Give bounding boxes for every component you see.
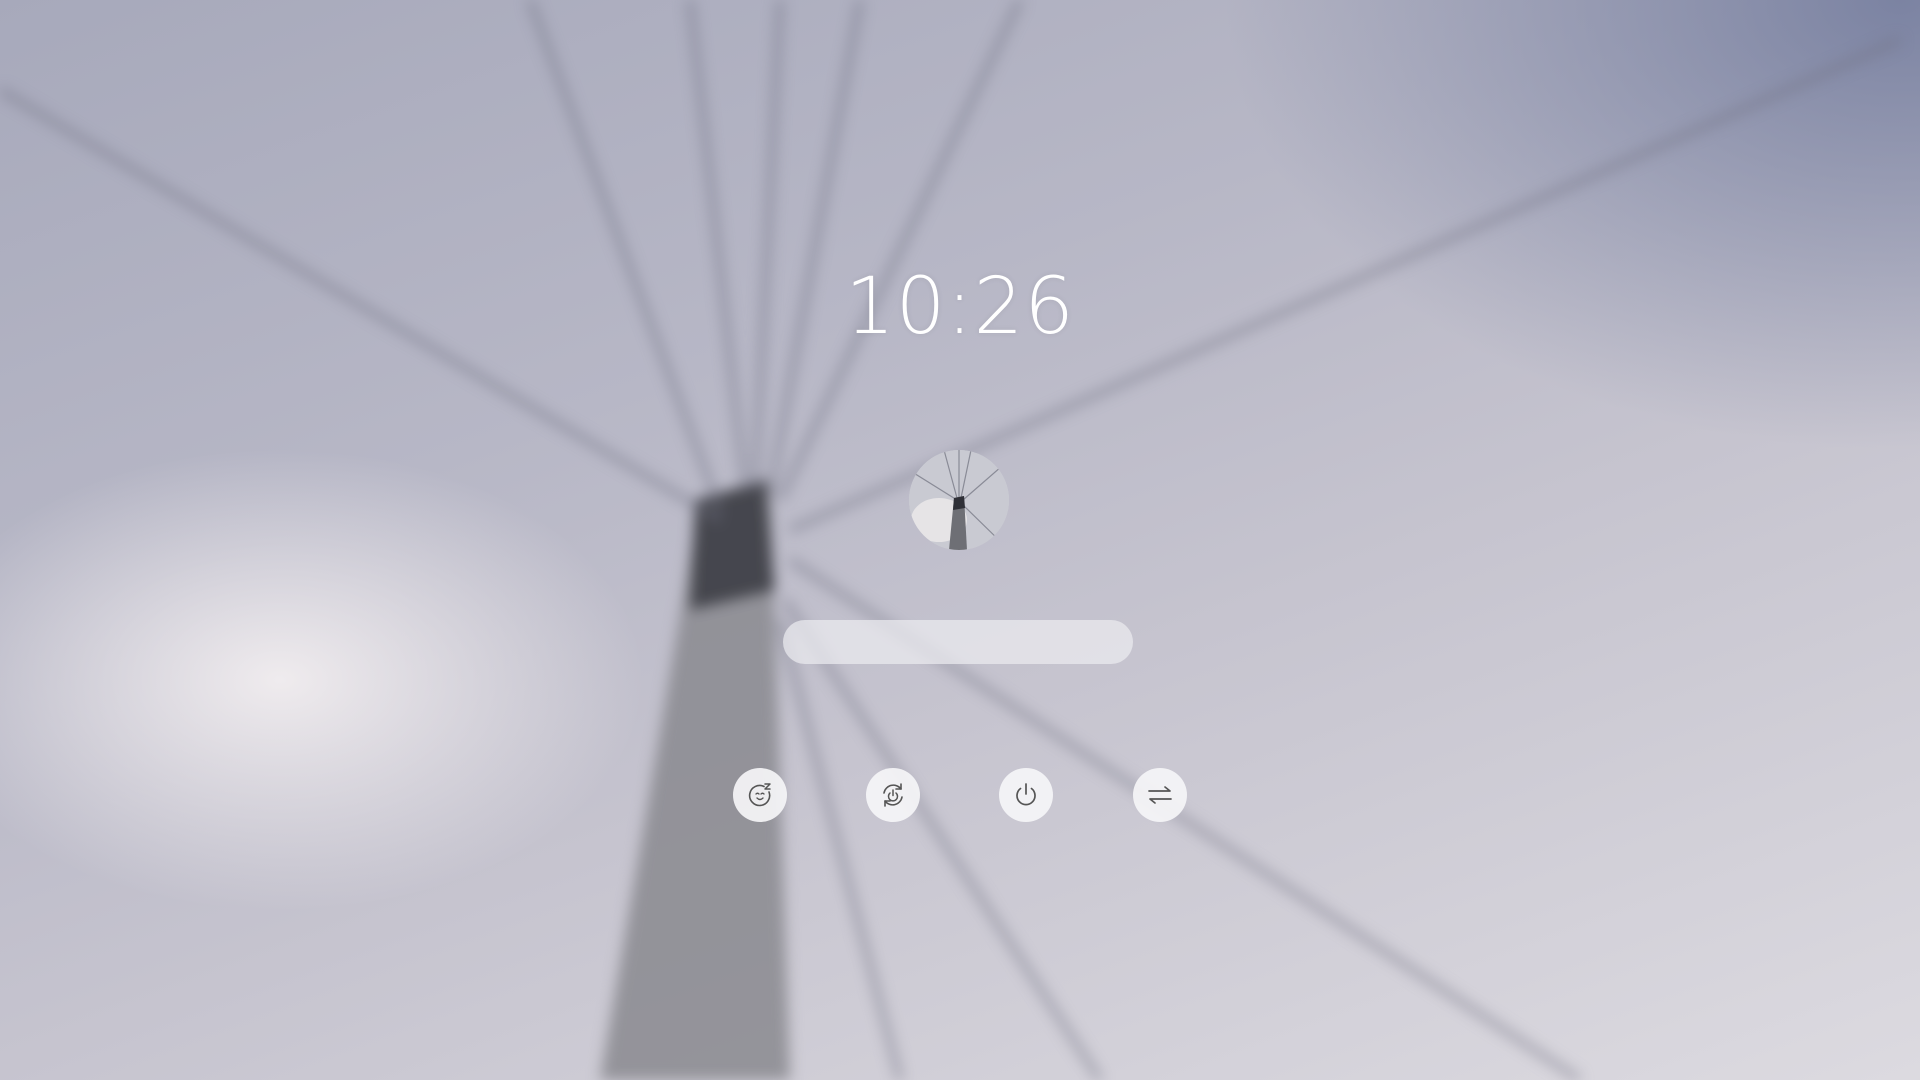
power-icon (1016, 783, 1036, 806)
user-avatar-image (909, 450, 1009, 550)
clock-time: 10:26 (845, 262, 1075, 352)
user-avatar (909, 450, 1009, 550)
password-input[interactable] (783, 620, 1133, 664)
hibernate-icon (883, 783, 903, 807)
hibernate-button[interactable] (866, 768, 920, 822)
lock-screen: 10:26 (0, 0, 1920, 1080)
suspend-button[interactable] (733, 768, 787, 822)
switch-user-button[interactable] (1133, 768, 1187, 822)
shutdown-button[interactable] (999, 768, 1053, 822)
suspend-icon (748, 783, 771, 807)
switch-user-icon (1148, 786, 1172, 804)
